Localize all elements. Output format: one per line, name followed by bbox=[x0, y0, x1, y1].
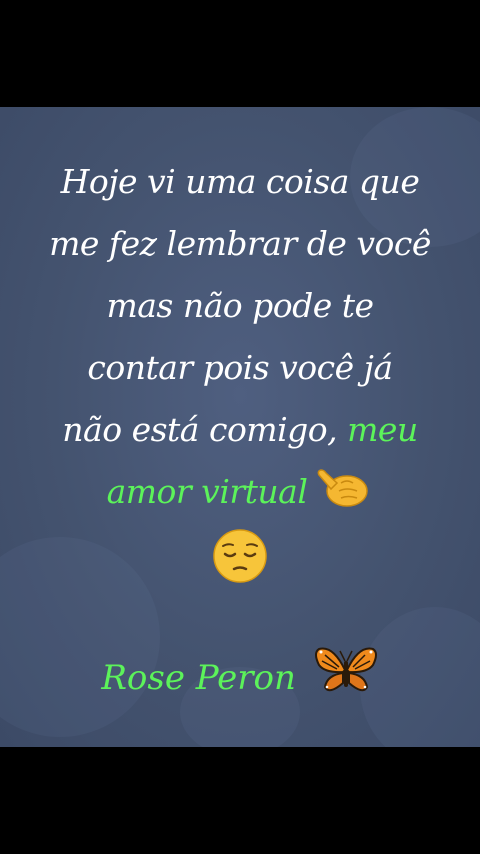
butterfly-icon bbox=[314, 647, 377, 692]
quote-line-6: amor virtual bbox=[0, 461, 480, 523]
quote-line-6-green: amor virtual bbox=[106, 472, 308, 511]
signature: Rose Peron bbox=[0, 643, 480, 708]
quote-line-3: mas não pode te bbox=[106, 286, 374, 325]
quote-line-4: contar pois você já bbox=[87, 348, 393, 387]
quote-text: Hoje vi uma coisa que me fez lembrar de … bbox=[0, 151, 480, 585]
quote-line-1: Hoje vi uma coisa que bbox=[60, 162, 420, 201]
pointing-finger-icon bbox=[318, 469, 369, 507]
signature-name: Rose Peron bbox=[101, 658, 296, 698]
quote-line-7 bbox=[0, 523, 480, 585]
screen: Hoje vi uma coisa que me fez lembrar de … bbox=[0, 0, 480, 854]
quote-line-5-white: não está comigo, bbox=[62, 410, 338, 449]
pensive-face-icon bbox=[213, 529, 267, 583]
quote-line-2: me fez lembrar de você bbox=[49, 224, 431, 263]
quote-card: Hoje vi uma coisa que me fez lembrar de … bbox=[0, 107, 480, 747]
quote-line-5: não está comigo, meu bbox=[0, 399, 480, 461]
quote-line-5-green: meu bbox=[347, 410, 418, 449]
